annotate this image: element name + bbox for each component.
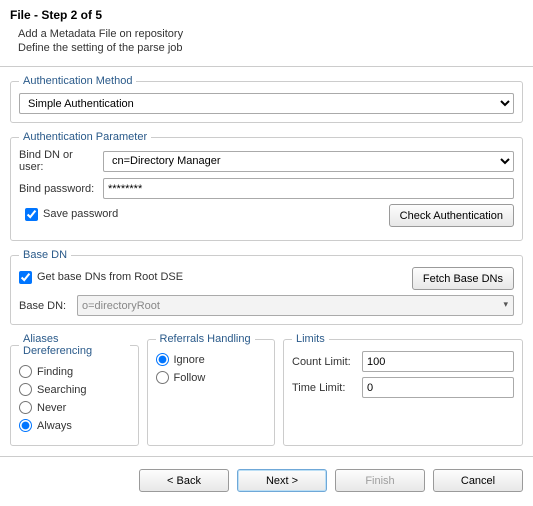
aliases-never-label: Never: [37, 402, 66, 414]
bind-pw-field[interactable]: [103, 178, 514, 199]
auth-method-legend: Authentication Method: [19, 75, 136, 87]
referrals-follow-label: Follow: [174, 372, 206, 384]
wizard-header: File - Step 2 of 5 Add a Metadata File o…: [0, 0, 533, 66]
referrals-ignore-radio[interactable]: [156, 353, 169, 366]
referrals-follow-radio[interactable]: [156, 371, 169, 384]
header-line1: Add a Metadata File on repository: [18, 28, 523, 40]
bind-pw-label: Bind password:: [19, 183, 97, 195]
aliases-searching-radio[interactable]: [19, 383, 32, 396]
referrals-group: Referrals Handling Ignore Follow: [147, 333, 276, 446]
aliases-legend: Aliases Dereferencing: [19, 333, 130, 357]
finish-button: Finish: [335, 469, 425, 492]
base-dn-legend: Base DN: [19, 249, 71, 261]
save-password-checkbox[interactable]: [25, 208, 38, 221]
aliases-never-radio[interactable]: [19, 401, 32, 414]
base-dn-group: Base DN Get base DNs from Root DSE Fetch…: [10, 249, 523, 325]
header-line2: Define the setting of the parse job: [18, 42, 523, 54]
page-title: File - Step 2 of 5: [10, 8, 523, 22]
referrals-ignore-label: Ignore: [174, 354, 205, 366]
get-base-dns-label: Get base DNs from Root DSE: [37, 271, 183, 283]
aliases-finding-label: Finding: [37, 366, 73, 378]
limits-legend: Limits: [292, 333, 329, 345]
bind-dn-combo[interactable]: cn=Directory Manager: [103, 151, 514, 172]
auth-method-select[interactable]: Simple Authentication: [19, 93, 514, 114]
cancel-button[interactable]: Cancel: [433, 469, 523, 492]
auth-method-group: Authentication Method Simple Authenticat…: [10, 75, 523, 123]
time-limit-field[interactable]: [362, 377, 514, 398]
aliases-searching-label: Searching: [37, 384, 87, 396]
auth-param-group: Authentication Parameter Bind DN or user…: [10, 131, 523, 241]
next-button[interactable]: Next >: [237, 469, 327, 492]
get-base-dns-checkbox[interactable]: [19, 271, 32, 284]
time-limit-label: Time Limit:: [292, 382, 356, 394]
aliases-always-label: Always: [37, 420, 72, 432]
limits-group: Limits Count Limit: Time Limit:: [283, 333, 523, 446]
base-dn-field: [77, 295, 514, 316]
wizard-footer: < Back Next > Finish Cancel: [0, 457, 533, 506]
back-button[interactable]: < Back: [139, 469, 229, 492]
chevron-down-icon: ▾: [503, 299, 508, 310]
check-auth-button[interactable]: Check Authentication: [389, 204, 514, 227]
aliases-always-radio[interactable]: [19, 419, 32, 432]
aliases-finding-radio[interactable]: [19, 365, 32, 378]
aliases-group: Aliases Dereferencing Finding Searching …: [10, 333, 139, 446]
auth-param-legend: Authentication Parameter: [19, 131, 151, 143]
count-limit-field[interactable]: [362, 351, 514, 372]
base-dn-field-label: Base DN:: [19, 300, 71, 312]
save-password-label: Save password: [43, 208, 118, 220]
bind-dn-label: Bind DN or user:: [19, 149, 97, 173]
referrals-legend: Referrals Handling: [156, 333, 255, 345]
count-limit-label: Count Limit:: [292, 356, 356, 368]
fetch-base-dns-button[interactable]: Fetch Base DNs: [412, 267, 514, 290]
